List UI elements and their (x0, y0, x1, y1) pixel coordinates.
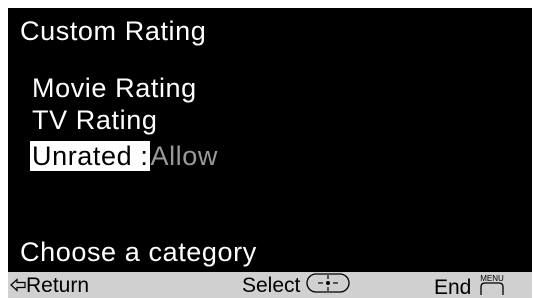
end-label: End (434, 276, 472, 298)
menu-item-tv-rating[interactable]: TV Rating (32, 104, 157, 136)
custom-rating-screen: Custom Rating Movie Rating TV Rating Unr… (8, 8, 532, 298)
menu-key-label: MENU (480, 274, 504, 283)
menu-item-label: Movie Rating (32, 73, 197, 103)
menu-item-movie-rating[interactable]: Movie Rating (32, 72, 197, 104)
end-control[interactable]: End MENU (434, 273, 507, 298)
instruction-text: Choose a category (20, 237, 257, 267)
menu-button-icon: MENU (477, 273, 507, 298)
footer-bar: Return Select End MENU (8, 272, 532, 298)
menu-item-unrated[interactable]: Unrated :Allow (30, 140, 218, 172)
menu-item-label: TV Rating (32, 105, 158, 135)
page-title: Custom Rating (20, 16, 207, 46)
joystick-center-icon (306, 273, 350, 298)
left-arrow-icon (10, 273, 26, 298)
return-label: Return (26, 274, 90, 297)
return-control[interactable]: Return (10, 273, 89, 298)
select-control[interactable]: Select (242, 273, 350, 298)
select-label: Select (242, 274, 301, 298)
unrated-value: Allow (150, 141, 218, 171)
unrated-label-highlighted: Unrated : (30, 141, 151, 171)
